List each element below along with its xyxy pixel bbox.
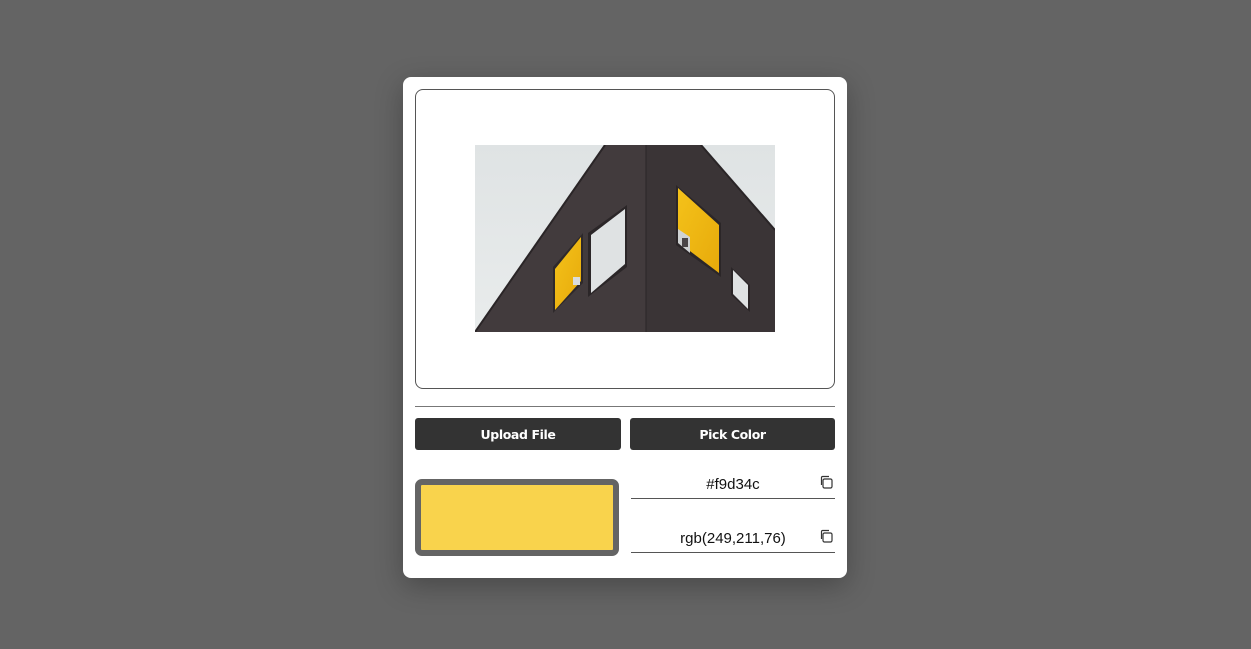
- copy-icon[interactable]: [819, 475, 833, 489]
- hex-value-input[interactable]: [631, 476, 835, 493]
- divider: [415, 406, 835, 407]
- rgb-field: [631, 528, 835, 553]
- rgb-value-input[interactable]: [631, 530, 835, 547]
- color-picker-card: Upload File Pick Color: [403, 77, 847, 578]
- building-photo: [475, 145, 775, 332]
- copy-icon[interactable]: [819, 529, 833, 543]
- image-preview: [415, 89, 835, 389]
- color-swatch: [415, 479, 619, 556]
- pick-color-button[interactable]: Pick Color: [630, 418, 835, 450]
- upload-file-button[interactable]: Upload File: [415, 418, 621, 450]
- hex-field: [631, 474, 835, 499]
